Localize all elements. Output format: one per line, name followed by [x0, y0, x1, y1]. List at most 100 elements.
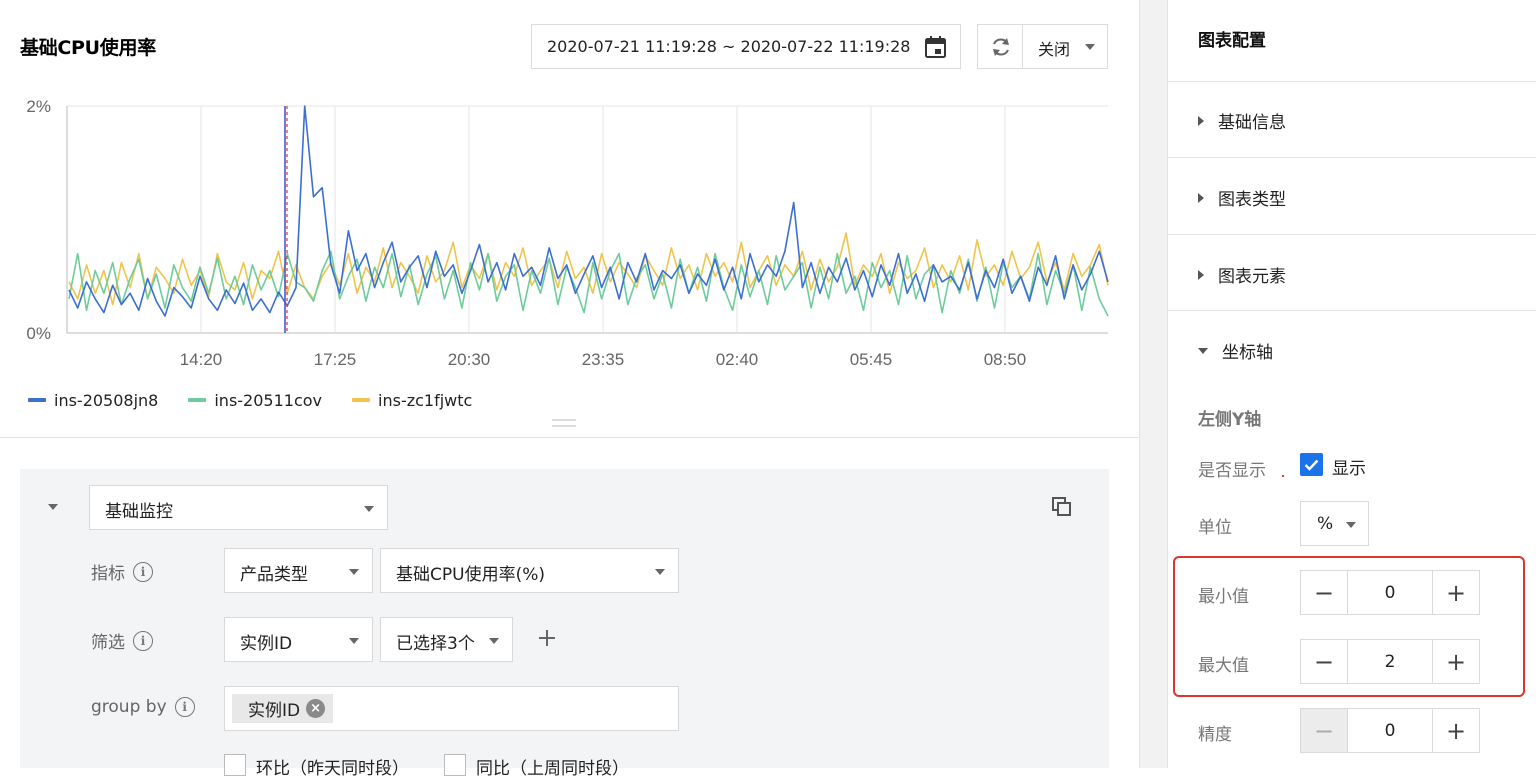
chart-title: 基础CPU使用率: [20, 37, 156, 59]
legend-swatch: [188, 398, 207, 402]
chevron-down-icon: [364, 506, 374, 512]
show-label: 是否显示: [1198, 461, 1266, 481]
metric-category-select[interactable]: 产品类型: [224, 548, 373, 593]
metric-label: 指标: [91, 564, 125, 584]
plus-icon[interactable]: +: [1433, 571, 1479, 614]
groupby-label: group by: [91, 697, 167, 717]
legend-item-2[interactable]: ins-20511cov: [188, 388, 322, 412]
calendar-icon[interactable]: [925, 36, 946, 58]
plus-icon[interactable]: [538, 629, 556, 647]
filter-field-select[interactable]: 实例ID: [224, 617, 373, 662]
groupby-tag: 实例ID ×: [232, 694, 334, 723]
compare-day-checkbox[interactable]: [224, 754, 246, 776]
x-tick-label: 05:45: [850, 350, 893, 369]
legend-item-1[interactable]: ins-20508jn8: [28, 388, 158, 412]
section-chart-type[interactable]: 图表类型: [1198, 185, 1286, 210]
precision-value-input[interactable]: 0: [1347, 709, 1433, 752]
config-title: 图表配置: [1198, 31, 1266, 51]
legend-item-3[interactable]: ins-zc1fjwtc: [352, 388, 472, 412]
max-stepper: − 2 +: [1300, 639, 1480, 684]
legend-label: ins-zc1fjwtc: [378, 390, 473, 410]
info-icon[interactable]: i: [133, 630, 153, 651]
filter-value-text: 已选择3个: [396, 634, 475, 654]
metric-name-value: 基础CPU使用率(%): [396, 565, 545, 585]
left-y-axis-heading: 左侧Y轴: [1198, 410, 1262, 430]
caret-right-icon: [1198, 192, 1204, 203]
caret-right-icon: [1198, 269, 1204, 280]
chart-config-panel: 图表配置 基础信息 图表类型 图表元素 坐标轴 左侧Y轴 是否显示 显示 单位 …: [1168, 0, 1536, 768]
caret-down-icon: [1198, 347, 1208, 354]
unit-select[interactable]: %: [1300, 501, 1369, 546]
chevron-down-icon: [1346, 522, 1356, 528]
refresh-icon[interactable]: [990, 36, 1012, 58]
x-tick-label: 17:25: [314, 350, 357, 369]
unit-label: 单位: [1198, 518, 1232, 538]
unit-value: %: [1317, 514, 1334, 534]
precision-stepper: − 0 +: [1300, 708, 1480, 753]
section-basic-info[interactable]: 基础信息: [1198, 108, 1286, 133]
clear-tag-icon[interactable]: ×: [306, 699, 326, 718]
section-label: 图表元素: [1218, 267, 1286, 287]
section-axis[interactable]: 坐标轴: [1198, 338, 1273, 363]
plus-icon[interactable]: +: [1433, 640, 1479, 683]
date-range-text: 2020-07-21 11:19:28 ~ 2020-07-22 11:19:2…: [547, 37, 911, 56]
chart-workspace: 基础CPU使用率 2020-07-21 11:19:28 ~ 2020-07-2…: [0, 0, 1139, 779]
x-tick-label: 08:50: [984, 350, 1027, 369]
cpu-usage-chart[interactable]: 0% 2% 14:20 17:25 20:30 23:35 02:40 05:45 08:50: [0, 90, 1120, 380]
y-tick-label: 0%: [26, 324, 51, 343]
required-dot: [1282, 475, 1284, 477]
section-label: 图表类型: [1218, 190, 1286, 210]
info-icon[interactable]: i: [174, 697, 195, 717]
precision-label: 精度: [1198, 725, 1232, 745]
chevron-down-icon: [349, 638, 359, 644]
copy-icon[interactable]: [1052, 497, 1072, 517]
series-line-2: [68, 250, 1109, 317]
max-label: 最大值: [1198, 656, 1249, 676]
metric-name-select[interactable]: 基础CPU使用率(%): [380, 548, 679, 593]
show-checkbox-label: 显示: [1332, 459, 1366, 479]
chevron-down-icon: [655, 569, 665, 575]
query-panel: 基础监控 指标 i 产品类型 基础CPU使用率(%) 筛选 i 实例ID 已选择…: [20, 469, 1109, 779]
show-checkbox[interactable]: [1300, 453, 1323, 476]
chevron-down-icon: [349, 569, 359, 575]
x-tick-label: 14:20: [180, 350, 223, 369]
filter-value-select[interactable]: 已选择3个: [380, 617, 513, 662]
compare-week-label: 同比（上周同时段）: [476, 759, 629, 779]
min-stepper: − 0 +: [1300, 570, 1480, 615]
y-tick-label: 2%: [26, 97, 51, 116]
min-label: 最小值: [1198, 587, 1249, 607]
legend-swatch: [352, 398, 371, 402]
source-select-value: 基础监控: [105, 502, 173, 522]
chart-legend: ins-20508jn8 ins-20511cov ins-zc1fjwtc: [28, 388, 472, 412]
compare-week-checkbox[interactable]: [444, 754, 466, 776]
minus-icon[interactable]: −: [1301, 640, 1347, 683]
resize-handle[interactable]: [552, 419, 576, 427]
caret-right-icon: [1198, 115, 1204, 126]
groupby-label-group: group by i: [91, 697, 195, 717]
max-value-input[interactable]: 2: [1347, 640, 1433, 683]
section-label: 坐标轴: [1222, 343, 1273, 363]
section-label: 基础信息: [1218, 113, 1286, 133]
refresh-control: 关闭: [977, 24, 1108, 69]
collapse-icon[interactable]: [48, 504, 58, 510]
metric-category-value: 产品类型: [240, 565, 308, 585]
filter-label: 筛选: [91, 633, 125, 653]
date-range-picker[interactable]: 2020-07-21 11:19:28 ~ 2020-07-22 11:19:2…: [531, 24, 961, 69]
plus-icon[interactable]: +: [1433, 709, 1479, 752]
minus-icon[interactable]: −: [1301, 571, 1347, 614]
x-tick-label: 02:40: [716, 350, 759, 369]
min-value-input[interactable]: 0: [1347, 571, 1433, 614]
legend-label: ins-20511cov: [214, 390, 323, 410]
panel-splitter[interactable]: [1139, 0, 1168, 768]
minus-icon[interactable]: −: [1301, 709, 1347, 752]
section-chart-elements[interactable]: 图表元素: [1198, 262, 1286, 287]
info-icon[interactable]: i: [133, 561, 153, 582]
filter-field-value: 实例ID: [240, 634, 293, 654]
chevron-down-icon: [489, 638, 499, 644]
legend-label: ins-20508jn8: [54, 390, 159, 410]
source-select[interactable]: 基础监控: [89, 485, 388, 530]
auto-refresh-select[interactable]: 关闭: [1038, 36, 1070, 60]
groupby-input[interactable]: 实例ID ×: [224, 686, 679, 731]
checkbox-checked-icon: [1304, 459, 1319, 471]
chevron-down-icon: [1085, 44, 1095, 50]
